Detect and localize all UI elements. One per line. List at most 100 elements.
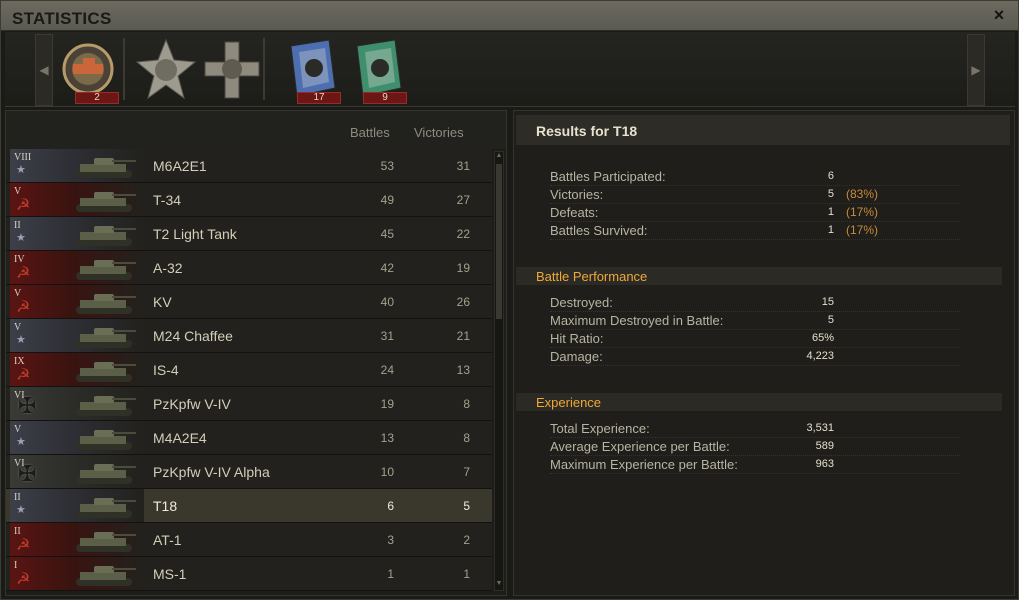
vehicle-row[interactable]: ✠ VI PzKpfw V-IV Alpha 10 7	[6, 455, 492, 489]
vehicle-battles: 3	[387, 533, 394, 547]
stat-row: Destroyed: 15	[550, 294, 960, 312]
ribbon-badge-blue-icon[interactable]: 17	[277, 36, 343, 104]
vehicle-name: T2 Light Tank	[153, 226, 237, 242]
stat-value: 1	[827, 224, 834, 236]
vehicle-row[interactable]: ✠ VI PzKpfw V-IV 19 8	[6, 387, 492, 421]
stat-row: Hit Ratio: 65%	[550, 330, 960, 348]
medal-count-badge: 17	[297, 92, 341, 104]
vehicle-victories: 2	[463, 533, 470, 547]
vehicle-victories: 26	[456, 295, 470, 309]
vehicle-row[interactable]: ☭ IX IS-4 24 13	[6, 353, 492, 387]
vehicle-battles: 45	[380, 227, 394, 241]
stat-value: 4,223	[806, 350, 834, 362]
tank-icon	[70, 152, 138, 182]
ussr-flag: ☭ IV	[10, 251, 144, 284]
ussr-nation-icon: ☭	[16, 571, 31, 588]
ussr-nation-icon: ☭	[16, 299, 31, 316]
vehicle-battles: 40	[380, 295, 394, 309]
close-button[interactable]: ×	[990, 5, 1008, 25]
star-medal-icon[interactable]	[133, 36, 199, 104]
tank-icon	[70, 356, 138, 386]
tank-icon	[70, 254, 138, 284]
medal-divider	[123, 38, 125, 100]
stat-row: Battles Survived: 1 (17%)	[550, 222, 960, 240]
results-panel: Results for T18 Battles Participated: 6 Vi…	[513, 110, 1015, 596]
vehicle-row[interactable]: ★ V M4A2E4 13 8	[6, 421, 492, 455]
vehicle-row[interactable]: ☭ V KV 40 26	[6, 285, 492, 319]
tier-label: IX	[14, 356, 25, 367]
vehicle-row[interactable]: ☭ I MS-1 1 1	[6, 557, 492, 591]
scroll-left-arrow-icon[interactable]: ◀	[35, 34, 53, 106]
stat-value: 963	[815, 458, 834, 470]
stat-value: 5	[827, 314, 834, 326]
stat-label: Damage:	[550, 349, 603, 364]
cross-medal-icon[interactable]	[199, 36, 265, 104]
ussr-flag: ☭ I	[10, 557, 144, 590]
vehicle-row[interactable]: ★ II T18 6 5	[6, 489, 492, 523]
stat-row: Battles Participated: 6	[550, 168, 960, 186]
title-bar: STATISTICS ×	[1, 1, 1018, 31]
vehicle-battles: 49	[380, 193, 394, 207]
stat-row: Defeats: 1 (17%)	[550, 204, 960, 222]
vehicle-row[interactable]: ★ II T2 Light Tank 45 22	[6, 217, 492, 251]
tank-icon	[70, 526, 138, 556]
medal-count-badge: 2	[75, 92, 119, 104]
stat-label: Hit Ratio:	[550, 331, 604, 346]
vehicle-victories: 31	[456, 159, 470, 173]
scroll-up-icon[interactable]: ▲	[495, 152, 503, 162]
stat-value: 3,531	[806, 422, 834, 434]
vehicle-battles: 13	[380, 431, 394, 445]
scroll-thumb[interactable]	[496, 164, 502, 319]
vehicle-name: MS-1	[153, 566, 187, 582]
tier-label: VI	[14, 390, 25, 401]
tier-label: V	[14, 322, 22, 333]
victories-column-header[interactable]: Victories	[414, 125, 464, 140]
vehicle-row[interactable]: ★ V M24 Chaffee 31 21	[6, 319, 492, 353]
ribbon-badge-green-icon[interactable]: 9	[343, 36, 409, 104]
stat-value: 1	[827, 206, 834, 218]
vehicle-name: A-32	[153, 260, 183, 276]
medal-strip: ◀ ▶ 2 17 9	[5, 32, 1015, 107]
scroll-right-arrow-icon[interactable]: ▶	[967, 34, 985, 106]
ussr-nation-icon: ☭	[16, 537, 31, 554]
vehicle-row[interactable]: ☭ V T-34 49 27	[6, 183, 492, 217]
vehicle-name: AT-1	[153, 532, 182, 548]
tank-icon	[70, 458, 138, 488]
stat-label: Battles Participated:	[550, 169, 666, 184]
usa-flag: ★ V	[10, 319, 144, 352]
tank-icon	[70, 288, 138, 318]
usa-flag: ★ II	[10, 217, 144, 250]
vehicle-victories: 1	[463, 567, 470, 581]
stat-label: Destroyed:	[550, 295, 613, 310]
vehicle-list-panel: Battles Victories ★ VIII M6A2E1 53 31 ☭ V T-34 4…	[5, 110, 507, 596]
vehicle-victories: 13	[456, 363, 470, 377]
ussr-flag: ☭ IX	[10, 353, 144, 386]
vehicle-battles: 10	[380, 465, 394, 479]
tier-label: V	[14, 424, 22, 435]
stat-label: Total Experience:	[550, 421, 650, 436]
usa-nation-icon: ★	[16, 164, 26, 176]
stat-row: Victories: 5 (83%)	[550, 186, 960, 204]
vehicle-row[interactable]: ★ VIII M6A2E1 53 31	[6, 149, 492, 183]
battles-column-header[interactable]: Battles	[350, 125, 390, 140]
ussr-nation-icon: ☭	[16, 265, 31, 282]
tank-badge-medal-icon[interactable]: 2	[55, 36, 121, 104]
vehicle-victories: 8	[463, 397, 470, 411]
vehicle-battles: 31	[380, 329, 394, 343]
stat-label: Average Experience per Battle:	[550, 439, 730, 454]
experience-header: Experience	[516, 393, 1002, 411]
vehicle-row[interactable]: ☭ IV A-32 42 19	[6, 251, 492, 285]
vehicle-list-scrollbar[interactable]: ▲ ▼	[494, 151, 504, 591]
battle-performance-title: Battle Performance	[536, 269, 648, 284]
tier-label: VI	[14, 458, 25, 469]
vehicle-battles: 6	[387, 499, 394, 513]
scroll-down-icon[interactable]: ▼	[495, 580, 503, 590]
stat-label: Defeats:	[550, 205, 599, 220]
vehicle-name: T18	[153, 498, 178, 514]
vehicle-victories: 5	[463, 499, 470, 513]
stat-value: 15	[821, 296, 834, 308]
ussr-flag: ☭ V	[10, 183, 144, 216]
vehicle-row[interactable]: ☭ II AT-1 3 2	[6, 523, 492, 557]
window-title: STATISTICS	[12, 9, 112, 28]
list-header: Battles Victories	[6, 111, 506, 149]
